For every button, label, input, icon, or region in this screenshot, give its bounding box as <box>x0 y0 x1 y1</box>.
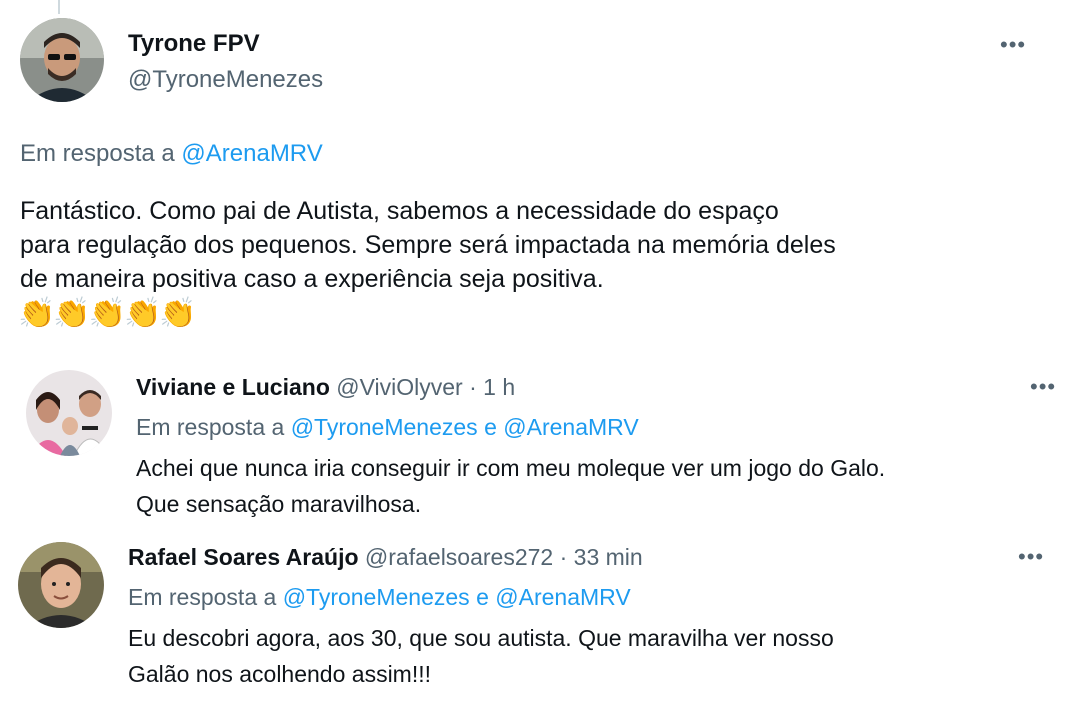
mention-link[interactable]: @TyroneMenezes <box>291 414 478 440</box>
display-name[interactable]: Rafael Soares Araújo <box>128 544 359 570</box>
clapping-hands-emoji: 👏👏👏👏👏 <box>18 297 197 330</box>
tweet-text: Fantástico. Como pai de Autista, sabemos… <box>20 197 836 293</box>
main-tweet-card: Tyrone FPV @TyroneMenezes ••• Em respost… <box>0 0 1064 342</box>
display-name[interactable]: Tyrone FPV <box>128 30 260 58</box>
reply-header: Viviane e Luciano @ViviOlyver · 1 h <box>136 374 515 401</box>
reply-prefix: Em resposta a <box>20 140 175 167</box>
conjunction: e <box>476 584 489 610</box>
avatar[interactable] <box>26 370 112 456</box>
reply-prefix: Em resposta a <box>128 584 277 610</box>
separator: · <box>559 544 568 570</box>
reply-prefix: Em resposta a <box>136 414 285 440</box>
mention-link[interactable]: @ArenaMRV <box>495 584 630 610</box>
reply-context: Em resposta a @ArenaMRV <box>20 140 323 168</box>
mention-link[interactable]: @ArenaMRV <box>503 414 638 440</box>
timestamp[interactable]: 1 h <box>483 374 515 400</box>
reply-header: Rafael Soares Araújo @rafaelsoares272 · … <box>128 544 643 571</box>
user-handle[interactable]: @rafaelsoares272 <box>365 544 553 570</box>
conjunction: e <box>484 414 497 440</box>
reply-text: Eu descobri agora, aos 30, que sou autis… <box>128 625 834 687</box>
avatar[interactable] <box>20 18 104 102</box>
separator: · <box>469 374 477 400</box>
reply-text: Achei que nunca iria conseguir ir com me… <box>136 455 886 517</box>
avatar[interactable] <box>18 542 104 628</box>
reply-context: Em resposta a @TyroneMenezes e @ArenaMRV <box>136 414 639 441</box>
user-handle[interactable]: @TyroneMenezes <box>128 66 323 94</box>
reply-context: Em resposta a @TyroneMenezes e @ArenaMRV <box>128 584 631 611</box>
more-options-icon[interactable]: ••• <box>1030 374 1056 400</box>
user-handle[interactable]: @ViviOlyver <box>336 374 462 400</box>
display-name[interactable]: Viviane e Luciano <box>136 374 330 400</box>
timestamp[interactable]: 33 min <box>574 544 643 570</box>
mention-link[interactable]: @TyroneMenezes <box>283 584 470 610</box>
more-options-icon[interactable]: ••• <box>1000 32 1026 58</box>
thread-line <box>58 0 60 14</box>
more-options-icon[interactable]: ••• <box>1018 544 1044 570</box>
mention-link[interactable]: @ArenaMRV <box>181 140 322 167</box>
